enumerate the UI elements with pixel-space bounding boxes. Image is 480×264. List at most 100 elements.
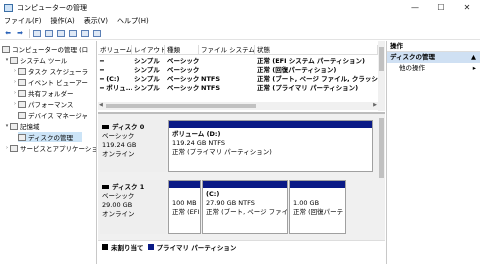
disk-management-icon — [18, 133, 26, 141]
menu-view[interactable]: 表示(V) — [84, 16, 108, 26]
clock-icon — [18, 67, 26, 75]
partition-size: 119.24 GB NTFS — [172, 139, 225, 147]
disk-name-text: ディスク 1 — [112, 183, 145, 191]
tree-label: 記憶域 — [20, 123, 40, 131]
disk-graph-area: ディスク 0 ベーシック 119.24 GB オンライン ボリューム (D:) … — [98, 114, 378, 240]
partition-recovery[interactable]: 1.00 GB 正常 (回復パーテ — [289, 180, 346, 234]
tree-item-shared-folders[interactable]: › 共有フォルダー — [12, 88, 74, 98]
tree-label: イベント ビューアー — [28, 79, 88, 87]
filesystem-cell — [199, 66, 255, 75]
volume-cell: ━ — [100, 57, 104, 65]
partition-d[interactable]: ボリューム (D:) 119.24 GB NTFS 正常 (プライマリ パーティ… — [168, 120, 373, 172]
help-icon[interactable] — [56, 28, 66, 38]
primary-partition-bar — [169, 181, 200, 188]
volume-cell: ━ ボリュ... — [100, 84, 132, 92]
forward-arrow-icon[interactable]: ➡ — [15, 28, 25, 38]
layout-cell: シンプル — [134, 84, 160, 92]
disk-size: 119.24 GB — [102, 141, 137, 149]
scroll-left-arrow-icon[interactable]: ◀ — [99, 102, 103, 108]
tree-item-performance[interactable]: › パフォーマンス — [12, 99, 73, 109]
storage-icon — [10, 122, 18, 130]
horizontal-scrollbar[interactable]: ◀ ▶ — [98, 102, 378, 110]
table-row[interactable]: ━ (C:) シンプル ベーシック NTFS 正常 (ブート, ページ ファイル… — [98, 75, 378, 84]
collapse-up-icon[interactable]: ▲ — [471, 52, 476, 63]
scroll-right-arrow-icon[interactable]: ▶ — [373, 102, 377, 108]
table-row[interactable]: ━ シンプル ベーシック 正常 (回復パーティション) — [98, 66, 378, 75]
folder-icon[interactable] — [32, 28, 42, 38]
disk-graph-vertical-scrollbar[interactable] — [378, 114, 385, 240]
disk-1-label[interactable]: ディスク 1 ベーシック 29.00 GB オンライン — [100, 180, 166, 234]
partition-text: 1.00 GB 正常 (回復パーテ — [290, 188, 345, 219]
column-header-volume[interactable]: ボリューム — [98, 45, 132, 55]
status-cell: 正常 (ブート, ページ ファイル, クラッシュ ダ — [257, 75, 378, 83]
disk-0-label[interactable]: ディスク 0 ベーシック 119.24 GB オンライン — [100, 120, 166, 172]
disk-state: オンライン — [102, 210, 135, 218]
folder-icon — [18, 89, 26, 97]
tree-label: パフォーマンス — [28, 101, 74, 109]
column-header-layout[interactable]: レイアウト — [132, 45, 165, 55]
tree-item-event-viewer[interactable]: › イベント ビューアー — [12, 77, 88, 87]
tree-item-root[interactable]: コンピューターの管理 (ロ — [2, 44, 88, 54]
tree-label: 共有フォルダー — [28, 90, 74, 98]
partition-size: 1.00 GB — [293, 199, 320, 207]
minimize-button[interactable]: — — [402, 0, 428, 15]
tree-label: システム ツール — [20, 57, 68, 65]
actions-pane: 操作 ディスクの管理 ▲ 他の操作 ▸ — [386, 41, 480, 264]
volume-list-vertical-scrollbar[interactable] — [378, 41, 385, 111]
legend-swatch-primary — [147, 243, 154, 250]
computer-management-icon — [4, 3, 13, 12]
legend-primary: プライマリ パーティション — [156, 243, 237, 252]
actions-section-label: ディスクの管理 — [390, 53, 436, 61]
partition-name: (C:) — [206, 190, 220, 198]
partition-status: 正常 (EFI — [172, 208, 200, 216]
maximize-button[interactable]: ☐ — [428, 0, 454, 15]
partition-c[interactable]: (C:) 27.90 GB NTFS 正常 (ブート, ページ ファイ — [202, 180, 288, 234]
column-header-filesystem[interactable]: ファイル システム — [199, 45, 255, 55]
scrollbar-thumb[interactable] — [379, 118, 384, 178]
services-icon — [10, 144, 18, 152]
actions-section-disk-management[interactable]: ディスクの管理 ▲ — [387, 52, 480, 63]
tree-item-services-apps[interactable]: › サービスとアプリケーショ — [4, 143, 97, 153]
volume-cell: ━ — [100, 66, 104, 74]
disk-icon[interactable] — [80, 28, 90, 38]
layout-cell: シンプル — [134, 57, 160, 65]
partition-text: (C:) 27.90 GB NTFS 正常 (ブート, ページ ファイ — [203, 188, 287, 219]
close-button[interactable]: ✕ — [454, 0, 480, 15]
navigation-tree: コンピューターの管理 (ロ ▾ システム ツール › タスク スケジューラ › … — [0, 41, 97, 264]
window-title: コンピューターの管理 — [17, 3, 87, 12]
list-icon[interactable] — [44, 28, 54, 38]
legend: 未割り当て プライマリ パーティション — [98, 240, 385, 252]
partition-efi[interactable]: 100 MB 正常 (EFI — [168, 180, 201, 234]
table-row[interactable]: ━ シンプル ベーシック 正常 (EFI システム パーティション) — [98, 57, 378, 66]
device-icon — [18, 111, 26, 119]
scrollbar-thumb[interactable] — [379, 47, 384, 71]
tree-item-device-manager[interactable]: デバイス マネージャ — [18, 110, 88, 120]
back-arrow-icon[interactable]: ⬅ — [3, 28, 13, 38]
view-icon[interactable] — [92, 28, 102, 38]
tree-item-disk-management[interactable]: ディスクの管理 — [18, 132, 82, 142]
table-row[interactable]: ━ ボリュ... シンプル ベーシック NTFS 正常 (プライマリ パーティシ… — [98, 84, 378, 93]
legend-swatch-unallocated — [102, 243, 108, 250]
column-header-type[interactable]: 種類 — [165, 45, 199, 55]
volume-list-header: ボリューム レイアウト 種類 ファイル システム 状態 — [98, 45, 378, 55]
primary-partition-bar — [169, 121, 372, 128]
tree-item-system-tools[interactable]: ▾ システム ツール — [4, 55, 67, 65]
menu-file[interactable]: ファイル(F) — [4, 16, 42, 26]
layout-cell: シンプル — [134, 66, 160, 74]
action-more[interactable]: 他の操作 ▸ — [387, 63, 480, 74]
chevron-right-icon: ▸ — [472, 64, 476, 72]
column-header-status[interactable]: 状態 — [255, 45, 378, 55]
disk-state: オンライン — [102, 150, 135, 158]
tree-item-task-scheduler[interactable]: › タスク スケジューラ — [12, 66, 88, 76]
disk-0-name: ディスク 0 — [102, 122, 166, 132]
scrollbar-thumb[interactable] — [106, 104, 256, 108]
menu-help[interactable]: ヘルプ(H) — [117, 16, 149, 26]
status-cell: 正常 (回復パーティション) — [257, 66, 337, 74]
tools-icon — [10, 56, 18, 64]
partition-text: 100 MB 正常 (EFI — [169, 188, 200, 219]
partition-text: ボリューム (D:) 119.24 GB NTFS 正常 (プライマリ パーティ… — [169, 128, 372, 159]
tree-label: サービスとアプリケーショ — [20, 145, 97, 153]
properties-icon[interactable] — [68, 28, 78, 38]
tree-item-storage[interactable]: ▾ 記憶域 — [4, 121, 40, 131]
menu-action[interactable]: 操作(A) — [51, 16, 75, 26]
